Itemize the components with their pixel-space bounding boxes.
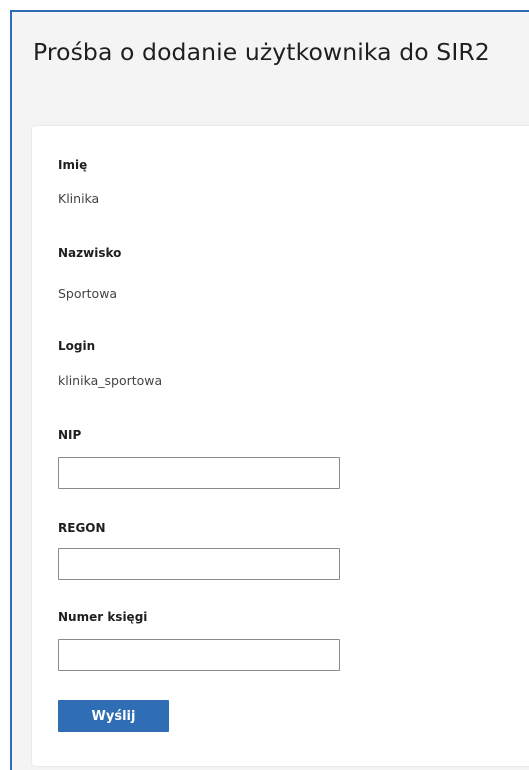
login-label: Login — [58, 339, 96, 353]
first-name-value: Klinika — [58, 191, 100, 206]
book-number-label: Numer księgi — [58, 610, 148, 624]
book-number-field[interactable] — [58, 639, 340, 671]
nip-field[interactable] — [58, 457, 340, 489]
page-title: Prośba o dodanie użytkownika do SIR2 — [33, 38, 490, 66]
nip-label: NIP — [58, 428, 82, 442]
regon-label: REGON — [58, 521, 106, 535]
submit-button[interactable]: Wyślij — [58, 700, 169, 732]
last-name-label: Nazwisko — [58, 246, 122, 260]
last-name-value: Sportowa — [58, 286, 118, 301]
first-name-label: Imię — [58, 158, 88, 172]
regon-field[interactable] — [58, 548, 340, 580]
login-value: klinika_sportowa — [58, 373, 163, 388]
